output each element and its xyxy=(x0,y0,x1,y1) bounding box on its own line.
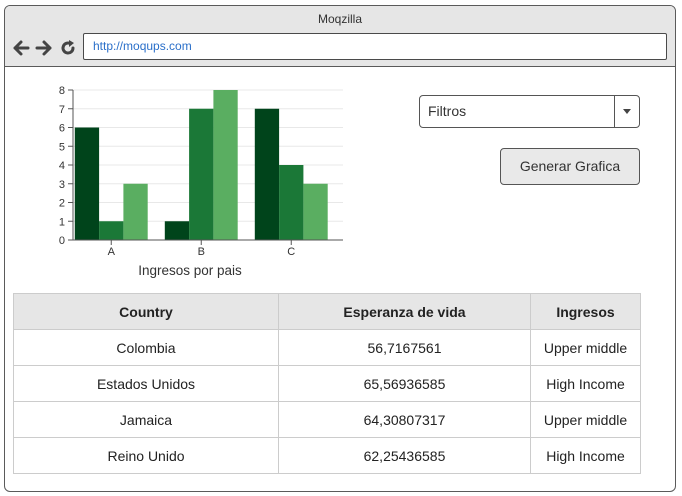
table-cell-income: Upper middle xyxy=(530,401,641,438)
table-row: Colombia 56,7167561 Upper middle xyxy=(13,329,641,366)
chart-bar xyxy=(164,221,190,240)
table-cell-income: Upper middle xyxy=(530,329,641,366)
generate-chart-button[interactable]: Generar Grafica xyxy=(500,148,640,185)
table-header-row: Country Esperanza de vida Ingresos xyxy=(13,293,641,330)
chart-bar xyxy=(213,90,238,240)
table-cell-income: High Income xyxy=(530,437,641,474)
chart-bar xyxy=(279,165,304,240)
table-cell-income: High Income xyxy=(530,365,641,402)
chart-bar xyxy=(254,108,280,240)
table-cell-country: Reino Unido xyxy=(13,437,279,474)
chevron-down-icon[interactable] xyxy=(614,96,639,127)
url-input[interactable]: http://moqups.com xyxy=(83,33,667,60)
chart-y-tick-label: 1 xyxy=(59,216,65,228)
chart-y-tick-label: 8 xyxy=(59,85,65,97)
filters-dropdown[interactable]: Filtros xyxy=(419,95,640,128)
chart-y-tick-label: 5 xyxy=(59,141,65,153)
arrow-left-icon[interactable] xyxy=(12,39,30,57)
column-header-income: Ingresos xyxy=(530,293,641,330)
income-bar-chart: 0 1 2 3 4 5 6 7 8 A B C Ingresos por pais xyxy=(59,85,343,278)
table-cell-life-expectancy: 62,25436585 xyxy=(278,437,531,474)
chart-y-tick-label: 3 xyxy=(59,179,65,191)
chart-bar xyxy=(189,108,214,240)
chart-bar xyxy=(74,127,100,240)
chart-x-axis-label: Ingresos por pais xyxy=(138,263,242,278)
chart-y-tick-label: 6 xyxy=(59,123,65,135)
column-header-life-expectancy: Esperanza de vida xyxy=(278,293,531,330)
table-cell-life-expectancy: 64,30807317 xyxy=(278,401,531,438)
reload-icon[interactable] xyxy=(59,39,77,57)
chart-x-tick-label: B xyxy=(198,246,205,258)
browser-window: Moqzilla http://moqups.com 0 1 2 3 4 5 6 7 8 A B C … xyxy=(4,5,676,492)
table-row: Estados Unidos 65,56936585 High Income xyxy=(13,365,641,402)
chart-y-tick-label: 0 xyxy=(59,235,65,247)
table-cell-country: Colombia xyxy=(13,329,279,366)
table-cell-country: Estados Unidos xyxy=(13,365,279,402)
chart-bar xyxy=(303,183,328,240)
chart-bar xyxy=(123,183,148,240)
table-row: Reino Unido 62,25436585 High Income xyxy=(13,437,641,474)
chart-x-tick-label: A xyxy=(108,246,116,258)
country-data-table: Country Esperanza de vida Ingresos Colom… xyxy=(13,293,641,474)
window-title: Moqzilla xyxy=(317,12,362,26)
table-cell-life-expectancy: 65,56936585 xyxy=(278,365,531,402)
column-header-country: Country xyxy=(13,293,279,330)
page-content: 0 1 2 3 4 5 6 7 8 A B C Ingresos por pais Filtros G… xyxy=(5,67,675,491)
browser-titlebar: Moqzilla http://moqups.com xyxy=(5,6,675,67)
chart-y-tick-label: 7 xyxy=(59,104,65,116)
filters-dropdown-label: Filtros xyxy=(428,103,467,119)
chart-y-tick-label: 2 xyxy=(59,198,65,210)
chart-y-tick-label: 4 xyxy=(59,160,65,172)
table-cell-life-expectancy: 56,7167561 xyxy=(278,329,531,366)
table-cell-country: Jamaica xyxy=(13,401,279,438)
arrow-right-icon[interactable] xyxy=(35,39,53,57)
table-row: Jamaica 64,30807317 Upper middle xyxy=(13,401,641,438)
chart-bar xyxy=(99,221,124,240)
chart-x-tick-label: C xyxy=(287,246,295,258)
